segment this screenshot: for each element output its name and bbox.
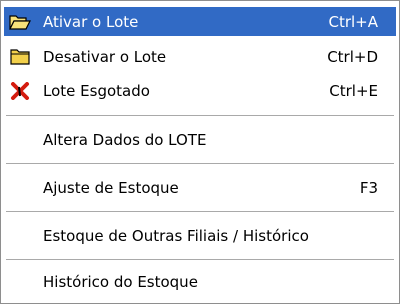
menu-item-historico-estoque[interactable]: Histórico do Estoque — [4, 267, 396, 296]
menu-item-altera-dados-lote[interactable]: Altera Dados do LOTE — [4, 125, 396, 154]
red-x-icon — [8, 80, 32, 101]
menu-item-estoque-outras-filiais[interactable]: Estoque de Outras Filiais / Histórico — [4, 221, 396, 250]
context-menu: Ativar o Lote Ctrl+A Desativar o Lote Ct… — [0, 0, 400, 304]
menu-item-label: Desativar o Lote — [43, 47, 167, 66]
menu-item-lote-esgotado[interactable]: Lote Esgotado Ctrl+E — [4, 76, 396, 105]
folder-open-icon — [8, 11, 32, 32]
menu-separator — [6, 115, 394, 116]
menu-item-label: Histórico do Estoque — [43, 272, 198, 291]
menu-item-shortcut: F3 — [359, 178, 378, 197]
menu-item-shortcut: Ctrl+D — [327, 47, 378, 66]
menu-item-label: Lote Esgotado — [43, 81, 150, 100]
menu-item-label: Ativar o Lote — [43, 12, 139, 31]
menu-item-label: Ajuste de Estoque — [43, 178, 179, 197]
menu-item-desativar-lote[interactable]: Desativar o Lote Ctrl+D — [4, 42, 396, 71]
menu-item-shortcut: Ctrl+A — [328, 12, 378, 31]
menu-separator — [6, 163, 394, 164]
menu-separator — [6, 211, 394, 212]
menu-item-ativar-lote[interactable]: Ativar o Lote Ctrl+A — [4, 7, 396, 36]
folder-closed-icon — [8, 46, 32, 67]
menu-item-ajuste-estoque[interactable]: Ajuste de Estoque F3 — [4, 173, 396, 202]
menu-separator — [6, 259, 394, 260]
menu-item-label: Altera Dados do LOTE — [43, 130, 207, 149]
menu-item-label: Estoque de Outras Filiais / Histórico — [43, 226, 309, 245]
menu-item-shortcut: Ctrl+E — [329, 81, 378, 100]
